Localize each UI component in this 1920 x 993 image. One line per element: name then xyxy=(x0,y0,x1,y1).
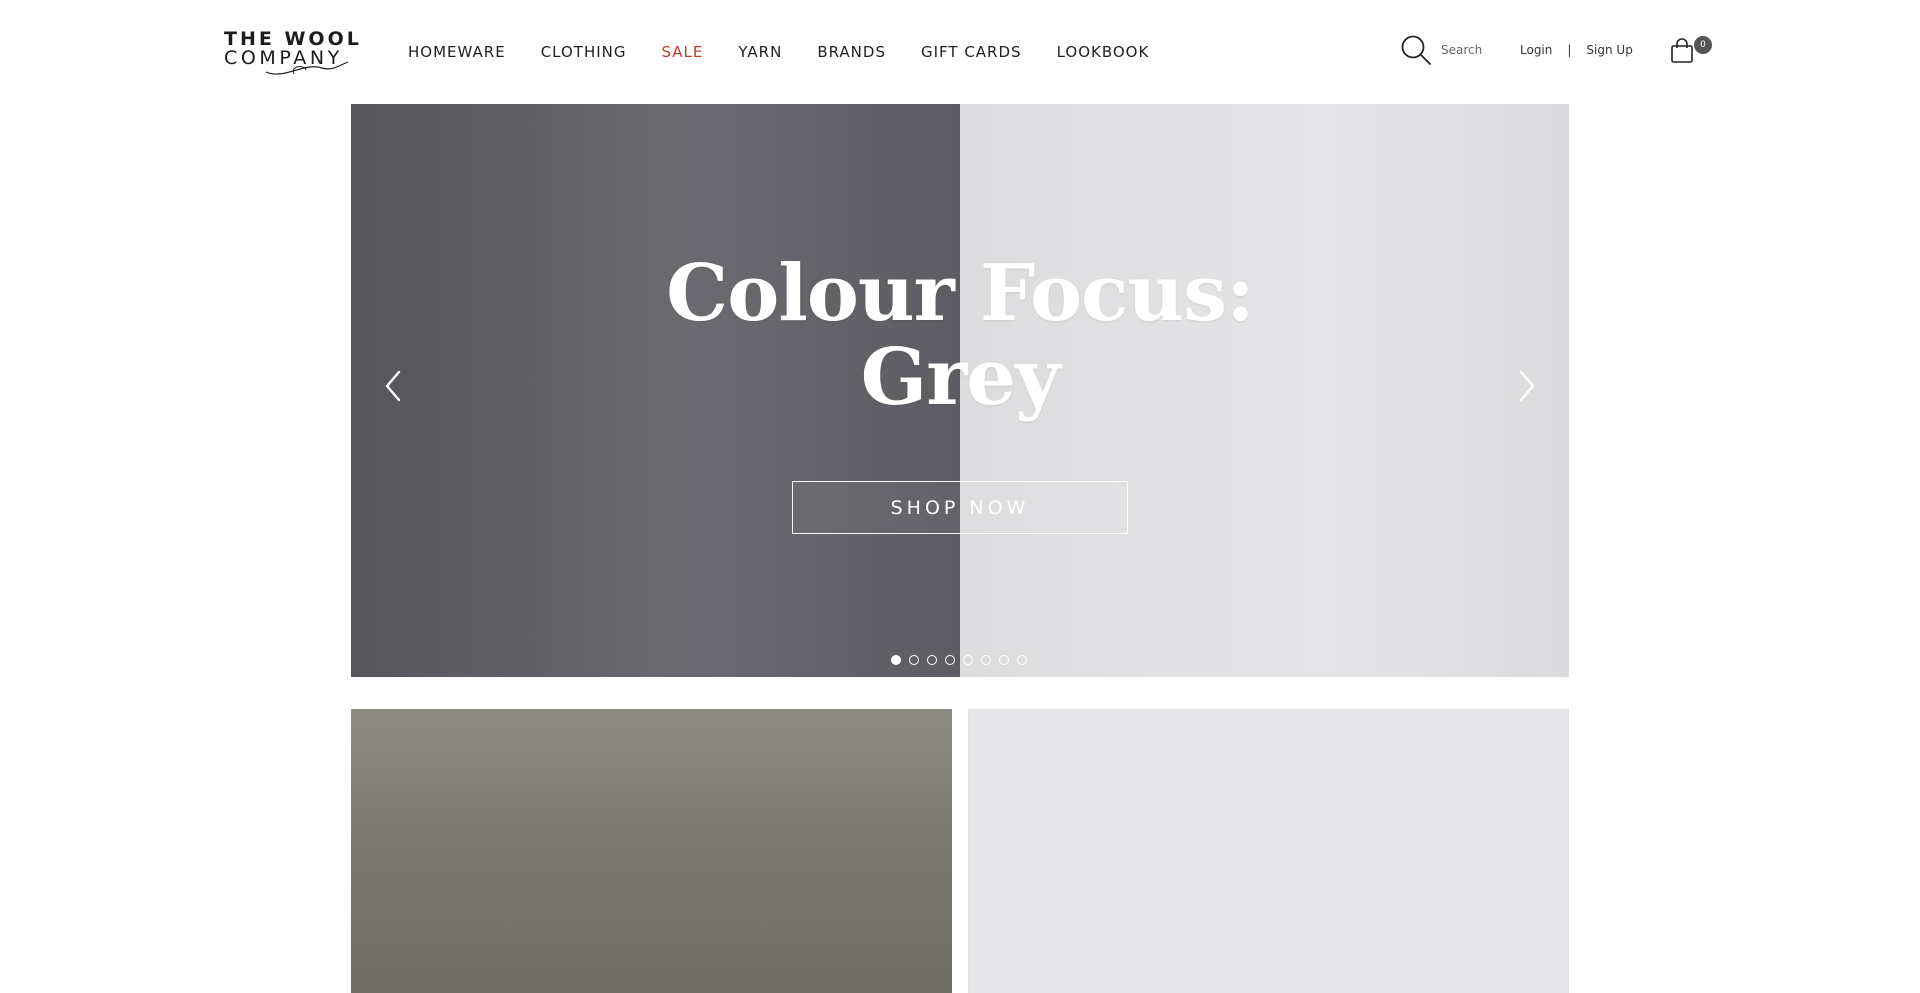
category-tile-men[interactable] xyxy=(351,709,952,993)
signup-link[interactable]: Sign Up xyxy=(1586,43,1632,57)
slider-dot[interactable] xyxy=(1017,655,1027,665)
search-label: Search xyxy=(1441,43,1483,57)
nav-lookbook[interactable]: LOOKBOOK xyxy=(1057,43,1150,61)
brand-logo[interactable]: THE WOOL COMPANY xyxy=(224,28,359,78)
cart-button[interactable]: 0 xyxy=(1670,36,1712,68)
slider-dot[interactable] xyxy=(963,655,973,665)
logo-swash-icon xyxy=(265,61,349,75)
category-tile-women[interactable] xyxy=(968,709,1569,993)
hero-title: Colour Focus: Grey xyxy=(351,252,1569,420)
hero-title-line2: Grey xyxy=(860,332,1061,423)
nav-brands[interactable]: BRANDS xyxy=(817,43,886,61)
main-nav: HOMEWARE CLOTHING SALE YARN BRANDS GIFT … xyxy=(408,43,1184,61)
nav-clothing[interactable]: CLOTHING xyxy=(541,43,627,61)
chevron-right-icon xyxy=(1519,370,1535,402)
slider-dot[interactable] xyxy=(927,655,937,665)
slider-dot[interactable] xyxy=(891,655,901,665)
site-header: THE WOOL COMPANY HOMEWARE CLOTHING SALE … xyxy=(0,0,1920,104)
nav-sale[interactable]: SALE xyxy=(662,43,704,61)
nav-yarn[interactable]: YARN xyxy=(738,43,782,61)
shopping-bag-icon xyxy=(1671,38,1693,63)
slider-next-button[interactable] xyxy=(1507,362,1547,410)
slider-dot[interactable] xyxy=(945,655,955,665)
hero-title-line1: Colour Focus: xyxy=(666,248,1255,339)
chevron-left-icon xyxy=(385,370,401,402)
search-icon xyxy=(1401,35,1431,65)
slider-prev-button[interactable] xyxy=(373,362,413,410)
nav-homeware[interactable]: HOMEWARE xyxy=(408,43,506,61)
login-link[interactable]: Login xyxy=(1520,43,1552,57)
cart-count-badge: 0 xyxy=(1694,36,1712,54)
slider-dot[interactable] xyxy=(909,655,919,665)
slider-dot[interactable] xyxy=(981,655,991,665)
search-button[interactable]: Search xyxy=(1400,34,1482,66)
auth-separator: | xyxy=(1567,43,1572,57)
slider-pagination xyxy=(891,655,1027,665)
shop-now-button[interactable]: SHOP NOW xyxy=(792,481,1128,534)
nav-gift-cards[interactable]: GIFT CARDS xyxy=(921,43,1022,61)
slider-dot[interactable] xyxy=(999,655,1009,665)
hero-slider[interactable]: Colour Focus: Grey SHOP NOW xyxy=(351,104,1569,677)
account-links: Login | Sign Up xyxy=(1520,43,1633,57)
